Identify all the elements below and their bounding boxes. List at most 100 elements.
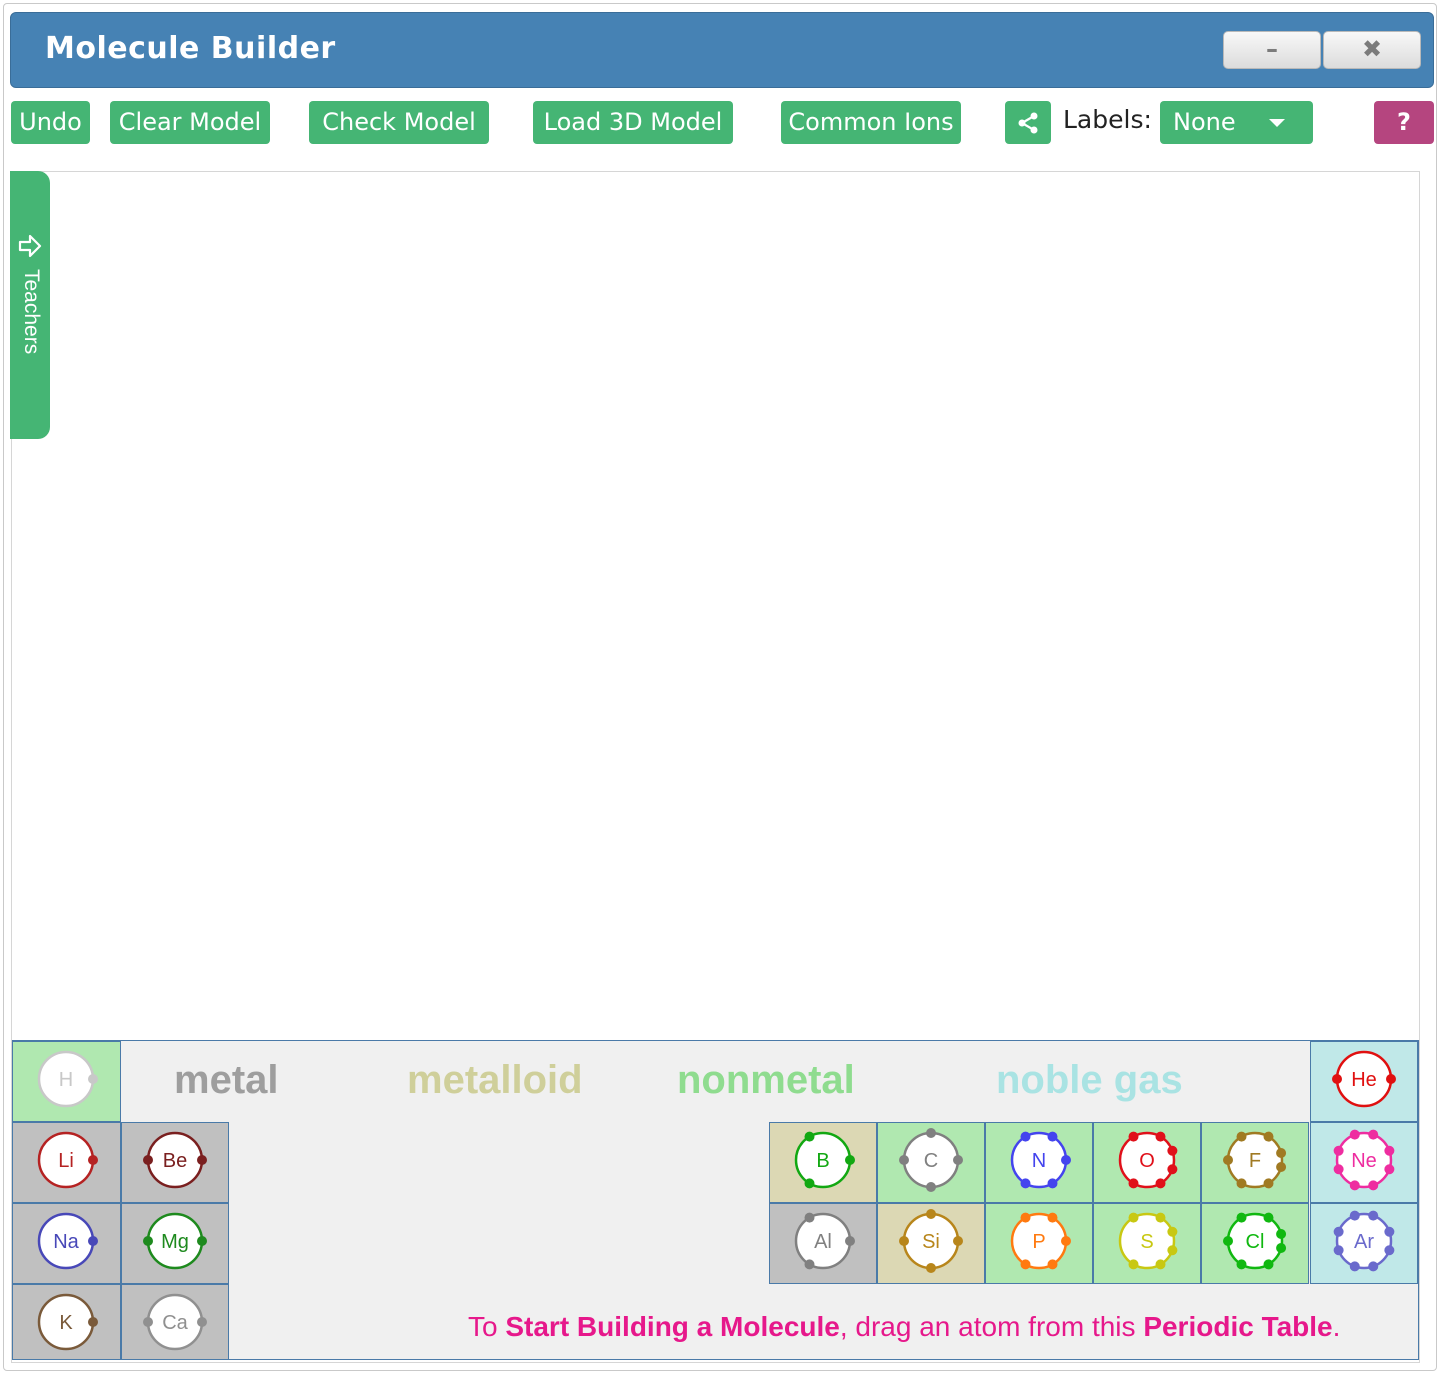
element-ca[interactable]: Ca (121, 1284, 229, 1360)
electron-dot (1128, 1212, 1139, 1223)
electron-dot (926, 1263, 936, 1273)
element-n[interactable]: N (985, 1122, 1093, 1203)
element-mg[interactable]: Mg (121, 1203, 229, 1284)
element-si[interactable]: Si (877, 1203, 985, 1284)
element-be[interactable]: Be (121, 1122, 229, 1203)
electron-dot (1349, 1129, 1360, 1140)
element-al[interactable]: Al (769, 1203, 877, 1284)
electron-dot (1368, 1180, 1379, 1191)
clear-model-button[interactable]: Clear Model (110, 101, 270, 144)
element-symbol: Si (922, 1231, 940, 1253)
electron-dot (88, 1236, 98, 1246)
electron-dot (88, 1155, 98, 1165)
share-button[interactable] (1005, 101, 1051, 144)
element-ar[interactable]: Ar (1310, 1203, 1418, 1284)
electron-dot (1384, 1245, 1395, 1256)
atom-n-icon: N (1010, 1131, 1071, 1189)
element-li[interactable]: Li (12, 1122, 121, 1203)
element-o[interactable]: O (1093, 1122, 1201, 1203)
labels-select-value: None (1173, 108, 1236, 136)
instruction-text: To Start Building a Molecule, drag an at… (468, 1311, 1340, 1343)
electron-dot (1386, 1074, 1396, 1084)
electron-dot (1167, 1226, 1178, 1237)
atom-mg-icon: Mg (143, 1212, 207, 1270)
atom-al-icon: Al (794, 1212, 855, 1270)
electron-dot (1276, 1229, 1287, 1240)
element-symbol: S (1140, 1231, 1153, 1253)
electron-dot (1167, 1164, 1178, 1175)
electron-dot (804, 1131, 815, 1142)
atom-be-icon: Be (143, 1131, 207, 1189)
electron-dot (1155, 1178, 1166, 1189)
electron-dot (926, 1182, 936, 1192)
element-ne[interactable]: Ne (1310, 1122, 1418, 1203)
element-symbol: P (1032, 1231, 1045, 1253)
electron-dot (1047, 1212, 1058, 1223)
electron-dot (1263, 1131, 1274, 1142)
check-model-button[interactable]: Check Model (309, 101, 489, 144)
atom-h-icon: H (37, 1050, 98, 1108)
instruction-part: . (1332, 1311, 1341, 1342)
element-cl[interactable]: Cl (1201, 1203, 1309, 1284)
atom-k-icon: K (37, 1293, 98, 1351)
instruction-part: , drag an atom from this (839, 1311, 1144, 1342)
title-bar: Molecule Builder – ✖ (10, 12, 1434, 88)
electron-dot (1047, 1178, 1058, 1189)
electron-dot (953, 1155, 963, 1165)
electron-dot (845, 1155, 855, 1165)
atom-o-icon: O (1118, 1131, 1178, 1189)
electron-dot (1020, 1212, 1031, 1223)
electron-dot (1368, 1261, 1379, 1272)
minimize-button[interactable]: – (1223, 31, 1321, 69)
common-ions-button[interactable]: Common Ions (781, 101, 961, 144)
help-button[interactable]: ? (1374, 101, 1434, 144)
electron-dot (845, 1236, 855, 1246)
atom-si-icon: Si (899, 1209, 963, 1273)
electron-dot (1020, 1178, 1031, 1189)
element-f[interactable]: F (1201, 1122, 1309, 1203)
teachers-tab[interactable]: Teachers (10, 171, 50, 439)
electron-dot (88, 1074, 98, 1084)
electron-dot (926, 1209, 936, 1219)
electron-dot (1236, 1212, 1247, 1223)
element-b[interactable]: B (769, 1122, 877, 1203)
electron-dot (1061, 1155, 1071, 1165)
electron-dot (1276, 1161, 1287, 1172)
element-symbol: Mg (161, 1231, 189, 1253)
electron-dot (1236, 1178, 1247, 1189)
electron-dot (953, 1236, 963, 1246)
atom-p-icon: P (1010, 1212, 1071, 1270)
atom-ne-icon: Ne (1333, 1129, 1395, 1191)
electron-dot (804, 1178, 815, 1189)
window-title: Molecule Builder (45, 31, 336, 66)
atom-na-icon: Na (37, 1212, 98, 1270)
element-k[interactable]: K (12, 1284, 121, 1360)
element-symbol: C (924, 1150, 938, 1172)
element-s[interactable]: S (1093, 1203, 1201, 1284)
undo-button[interactable]: Undo (11, 101, 90, 144)
element-p[interactable]: P (985, 1203, 1093, 1284)
legend-metalloid: metalloid (407, 1058, 583, 1102)
atom-ca-icon: Ca (143, 1293, 207, 1351)
labels-select[interactable]: None (1160, 101, 1313, 144)
electron-dot (1332, 1074, 1342, 1084)
electron-dot (88, 1317, 98, 1327)
electron-dot (1384, 1164, 1395, 1175)
arrow-right-outline-icon (18, 234, 42, 258)
electron-dot (197, 1317, 207, 1327)
element-h[interactable]: H (12, 1041, 121, 1122)
element-he[interactable]: He (1310, 1041, 1418, 1122)
close-button[interactable]: ✖ (1323, 31, 1421, 69)
electron-dot (1349, 1180, 1360, 1191)
element-symbol: Na (53, 1231, 79, 1253)
electron-dot (1349, 1261, 1360, 1272)
electron-dot (1349, 1210, 1360, 1221)
electron-dot (143, 1155, 153, 1165)
electron-dot (1263, 1259, 1274, 1270)
element-c[interactable]: C (877, 1122, 985, 1203)
electron-dot (1128, 1259, 1139, 1270)
electron-dot (1167, 1245, 1178, 1256)
instruction-part: To (468, 1311, 506, 1342)
element-na[interactable]: Na (12, 1203, 121, 1284)
load-3d-model-button[interactable]: Load 3D Model (533, 101, 733, 144)
